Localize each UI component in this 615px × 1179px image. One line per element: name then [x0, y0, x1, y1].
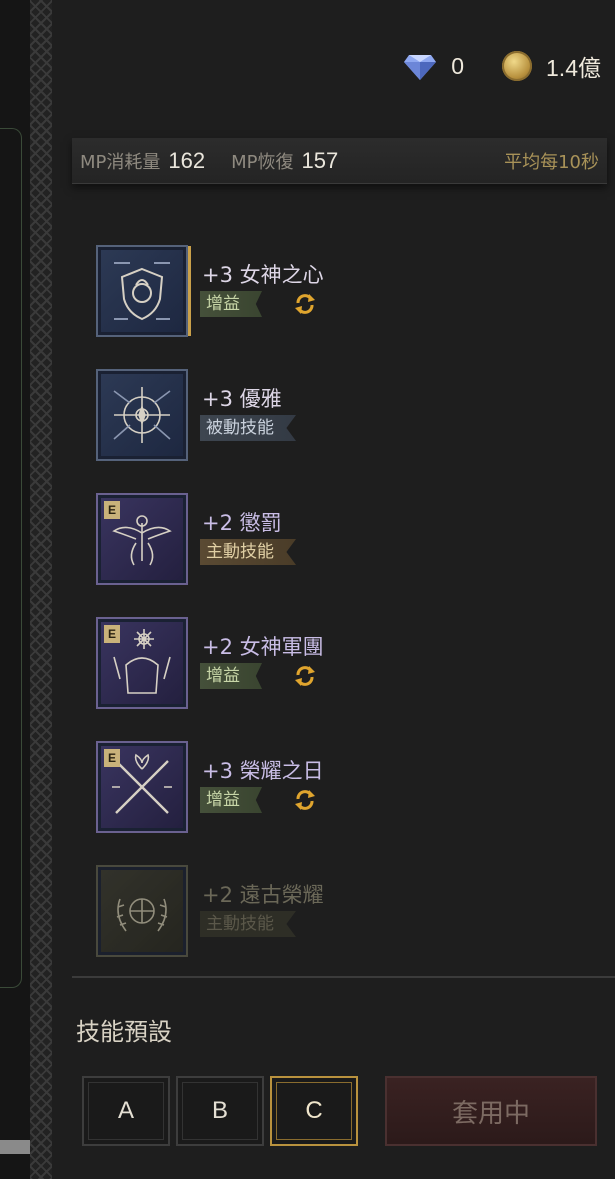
mp-summary-bar: MP消耗量 162 MP恢復 157 平均每10秒	[72, 138, 607, 184]
gold-currency: 1.4億	[502, 49, 601, 83]
skill-row[interactable]: +3 優雅 被動技能	[96, 369, 596, 463]
skill-name: +3 榮耀之日	[202, 759, 324, 783]
mp-consume-label: MP消耗量	[80, 151, 161, 173]
skill-name: +2 遠古榮耀	[202, 883, 324, 907]
skill-tag: 主動技能	[200, 911, 296, 937]
skill-badge: E	[104, 625, 120, 643]
preset-button-a[interactable]: A	[82, 1076, 170, 1146]
cycle-icon	[295, 666, 315, 686]
diamond-value: 0	[451, 52, 465, 79]
gold-value: 1.4億	[546, 55, 601, 81]
diamond-currency: 0	[403, 51, 464, 81]
cycle-icon	[295, 294, 315, 314]
laurel-wreath-icon	[96, 865, 188, 957]
diamond-icon	[404, 55, 437, 80]
crossed-swords-icon: E	[96, 741, 188, 833]
section-divider	[72, 976, 615, 978]
skill-tag: 增益	[200, 291, 262, 317]
skill-row-locked[interactable]: +2 遠古榮耀 主動技能	[96, 865, 596, 959]
skill-row[interactable]: +3 女神之心 增益	[96, 245, 596, 339]
skill-name: +3 女神之心	[202, 263, 324, 287]
skill-badge: E	[104, 749, 120, 767]
gold-coin-icon	[502, 51, 533, 81]
cycle-icon	[295, 790, 315, 810]
mp-consume-value: 162	[168, 147, 206, 173]
skill-row[interactable]: E +2 懲罰 主動技能	[96, 493, 596, 587]
lattice-divider	[30, 0, 52, 1179]
mp-recover-label: MP恢復	[231, 151, 294, 173]
legion-sun-icon: E	[96, 617, 188, 709]
skill-name: +3 優雅	[202, 387, 282, 411]
skill-list[interactable]: +3 女神之心 增益 +3 優雅 被動技能 E +2 懲罰 主動技能 E +2 …	[96, 150, 596, 975]
skill-tag: 被動技能	[200, 415, 296, 441]
winged-emblem-icon: E	[96, 493, 188, 585]
skill-name: +2 懲罰	[202, 511, 282, 535]
heart-shield-icon	[96, 245, 188, 337]
mp-average-label: 平均每10秒	[504, 151, 599, 173]
skill-tag: 增益	[200, 787, 262, 813]
mp-recover-value: 157	[301, 147, 339, 173]
preset-button-b[interactable]: B	[176, 1076, 264, 1146]
left-background	[0, 0, 30, 1179]
skill-row[interactable]: E +2 女神軍團 增益	[96, 617, 596, 711]
skill-row[interactable]: E +3 榮耀之日 增益	[96, 741, 596, 835]
skill-name: +2 女神軍團	[202, 635, 324, 659]
preset-button-c[interactable]: C	[270, 1076, 358, 1146]
preset-title: 技能預設	[76, 1018, 172, 1046]
currency-bar: 0 1.4億	[403, 46, 601, 86]
skill-tag: 主動技能	[200, 539, 296, 565]
skill-badge: E	[104, 501, 120, 519]
skill-tag: 增益	[200, 663, 262, 689]
left-panel-edge	[0, 128, 22, 988]
compass-star-icon	[96, 369, 188, 461]
apply-button[interactable]: 套用中	[385, 1076, 597, 1146]
